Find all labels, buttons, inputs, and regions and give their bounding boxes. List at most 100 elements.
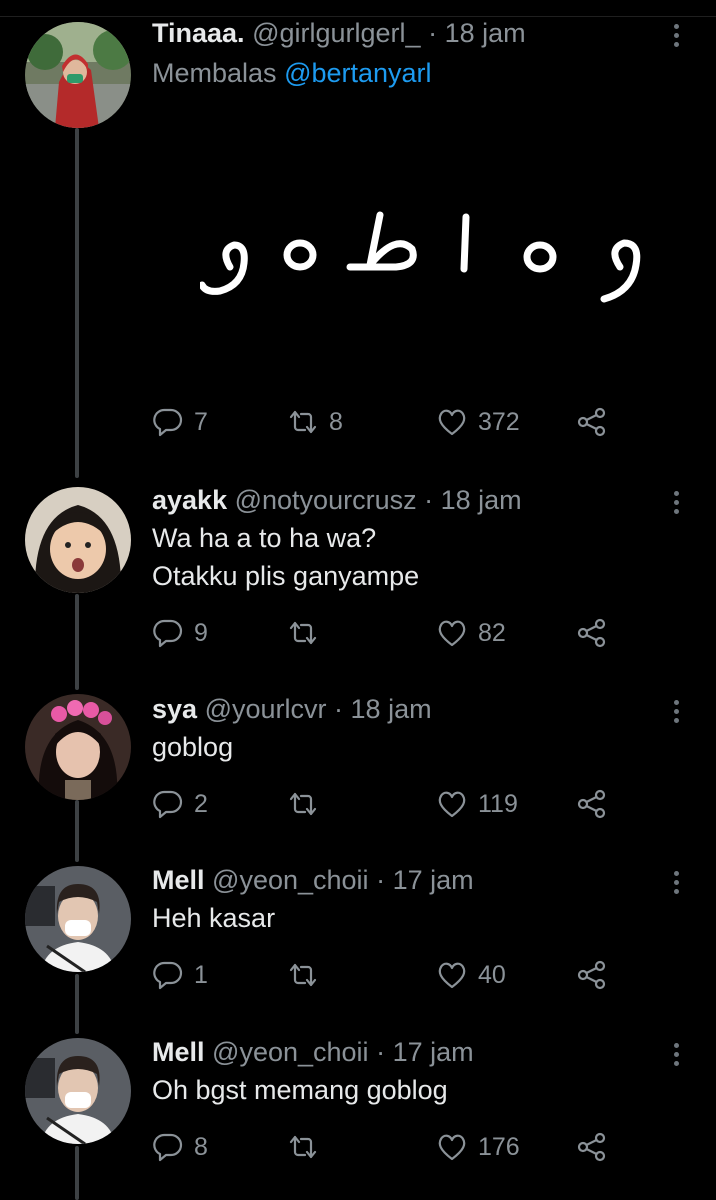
like-count: 176 (478, 1132, 520, 1161)
separator-dot: · (376, 865, 386, 895)
display-name[interactable]: sya (152, 694, 197, 724)
separator-dot: · (334, 694, 344, 724)
reply-icon (153, 408, 183, 437)
tweet-text-line: Heh kasar (152, 903, 276, 933)
share-icon (577, 960, 606, 990)
separator-dot: · (428, 18, 438, 48)
retweet-icon (289, 1135, 317, 1159)
user-handle[interactable]: @notyourcrusz (235, 485, 417, 515)
tweet-text-line: goblog (152, 732, 234, 762)
separator-dot: · (376, 1037, 386, 1067)
share-icon (577, 789, 606, 819)
tweet-header: Mell @yeon_choii · 17 jam (152, 863, 474, 897)
reply-count: 7 (194, 407, 208, 436)
retweet-icon (289, 963, 317, 987)
retweet-button[interactable] (287, 1127, 329, 1167)
reply-button[interactable]: 1 (152, 955, 208, 995)
display-name[interactable]: Mell (152, 865, 205, 895)
retweet-count: 8 (329, 407, 343, 436)
more-icon[interactable] (666, 1037, 686, 1071)
timestamp[interactable]: 18 jam (441, 485, 522, 515)
user-handle[interactable]: @yourlcvr (205, 694, 327, 724)
user-handle[interactable]: @yeon_choii (212, 1037, 369, 1067)
reply-icon (153, 961, 183, 990)
more-icon[interactable] (666, 865, 686, 899)
like-icon (438, 620, 466, 647)
share-button[interactable] (576, 955, 608, 995)
share-button[interactable] (576, 1127, 608, 1167)
retweet-button[interactable] (287, 784, 329, 824)
reply-button[interactable]: 9 (152, 613, 208, 653)
like-button[interactable]: 119 (436, 784, 518, 824)
more-icon[interactable] (666, 18, 686, 52)
display-name[interactable]: ayakk (152, 485, 227, 515)
share-button[interactable] (576, 784, 608, 824)
more-icon[interactable] (666, 485, 686, 519)
retweet-icon (289, 792, 317, 816)
reply-icon (153, 619, 183, 648)
like-button[interactable]: 82 (436, 613, 506, 653)
user-handle[interactable]: @girlgurlgerl_ (252, 18, 420, 48)
timestamp[interactable]: 18 jam (445, 18, 526, 48)
action-bar: 1 40 (152, 955, 622, 995)
tweet-header: ayakk @notyourcrusz · 18 jam (152, 483, 522, 517)
action-bar: 8 176 (152, 1127, 622, 1167)
tweet[interactable]: Mell @yeon_choii · 17 jam Heh kasar 1 40 (0, 863, 716, 1013)
action-bar: 7 8 372 (152, 402, 622, 442)
share-button[interactable] (576, 613, 608, 653)
like-icon (438, 962, 466, 989)
like-count: 40 (478, 960, 506, 989)
tweet-text-line: Otakku plis ganyampe (152, 561, 420, 591)
like-button[interactable]: 176 (436, 1127, 520, 1167)
reply-button[interactable]: 7 (152, 402, 208, 442)
like-count: 119 (478, 789, 518, 818)
reply-button[interactable]: 8 (152, 1127, 208, 1167)
share-icon (577, 407, 606, 437)
retweet-icon (289, 410, 317, 434)
retweet-icon (289, 621, 317, 645)
action-bar: 9 82 (152, 613, 622, 653)
retweet-button[interactable] (287, 955, 329, 995)
timestamp[interactable]: 17 jam (393, 865, 474, 895)
share-icon (577, 1132, 606, 1162)
tweet[interactable]: ayakk @notyourcrusz · 18 jam Wa ha a to … (0, 483, 716, 673)
timestamp[interactable]: 17 jam (393, 1037, 474, 1067)
avatar[interactable] (25, 694, 131, 800)
reply-count: 8 (194, 1132, 208, 1161)
replying-to: Membalas @bertanyarl (152, 56, 432, 90)
avatar[interactable] (25, 487, 131, 593)
reply-icon (153, 790, 183, 819)
like-count: 82 (478, 618, 506, 647)
tweet-text-line: Oh bgst memang goblog (152, 1075, 448, 1105)
reply-count: 1 (194, 960, 208, 989)
like-icon (438, 791, 466, 818)
action-bar: 2 119 (152, 784, 622, 824)
like-button[interactable]: 372 (436, 402, 520, 442)
user-handle[interactable]: @yeon_choii (212, 865, 369, 895)
timestamp[interactable]: 18 jam (351, 694, 432, 724)
display-name[interactable]: Mell (152, 1037, 205, 1067)
like-icon (438, 1134, 466, 1161)
tweet-header: sya @yourlcvr · 18 jam (152, 692, 432, 726)
display-name[interactable]: Tinaaa. (152, 18, 245, 48)
share-button[interactable] (576, 402, 608, 442)
tweet-header: Mell @yeon_choii · 17 jam (152, 1035, 474, 1069)
avatar[interactable] (25, 22, 131, 128)
more-icon[interactable] (666, 694, 686, 728)
like-count: 372 (478, 407, 520, 436)
reply-icon (153, 1133, 183, 1162)
tweet[interactable]: Mell @yeon_choii · 17 jam Oh bgst memang… (0, 1035, 716, 1185)
avatar[interactable] (25, 866, 131, 972)
retweet-button[interactable] (287, 613, 329, 653)
share-icon (577, 618, 606, 648)
tweet[interactable]: sya @yourlcvr · 18 jam goblog 2 119 (0, 692, 716, 842)
mention-link[interactable]: @bertanyarl (284, 58, 431, 88)
like-button[interactable]: 40 (436, 955, 506, 995)
reply-count: 9 (194, 618, 208, 647)
avatar[interactable] (25, 1038, 131, 1144)
retweet-button[interactable]: 8 (287, 402, 343, 442)
reply-button[interactable]: 2 (152, 784, 208, 824)
tweet[interactable]: Tinaaa. @girlgurlgerl_ · 18 jam Membalas… (0, 16, 716, 466)
reply-count: 2 (194, 789, 208, 818)
arabic-text-image[interactable] (198, 205, 650, 325)
